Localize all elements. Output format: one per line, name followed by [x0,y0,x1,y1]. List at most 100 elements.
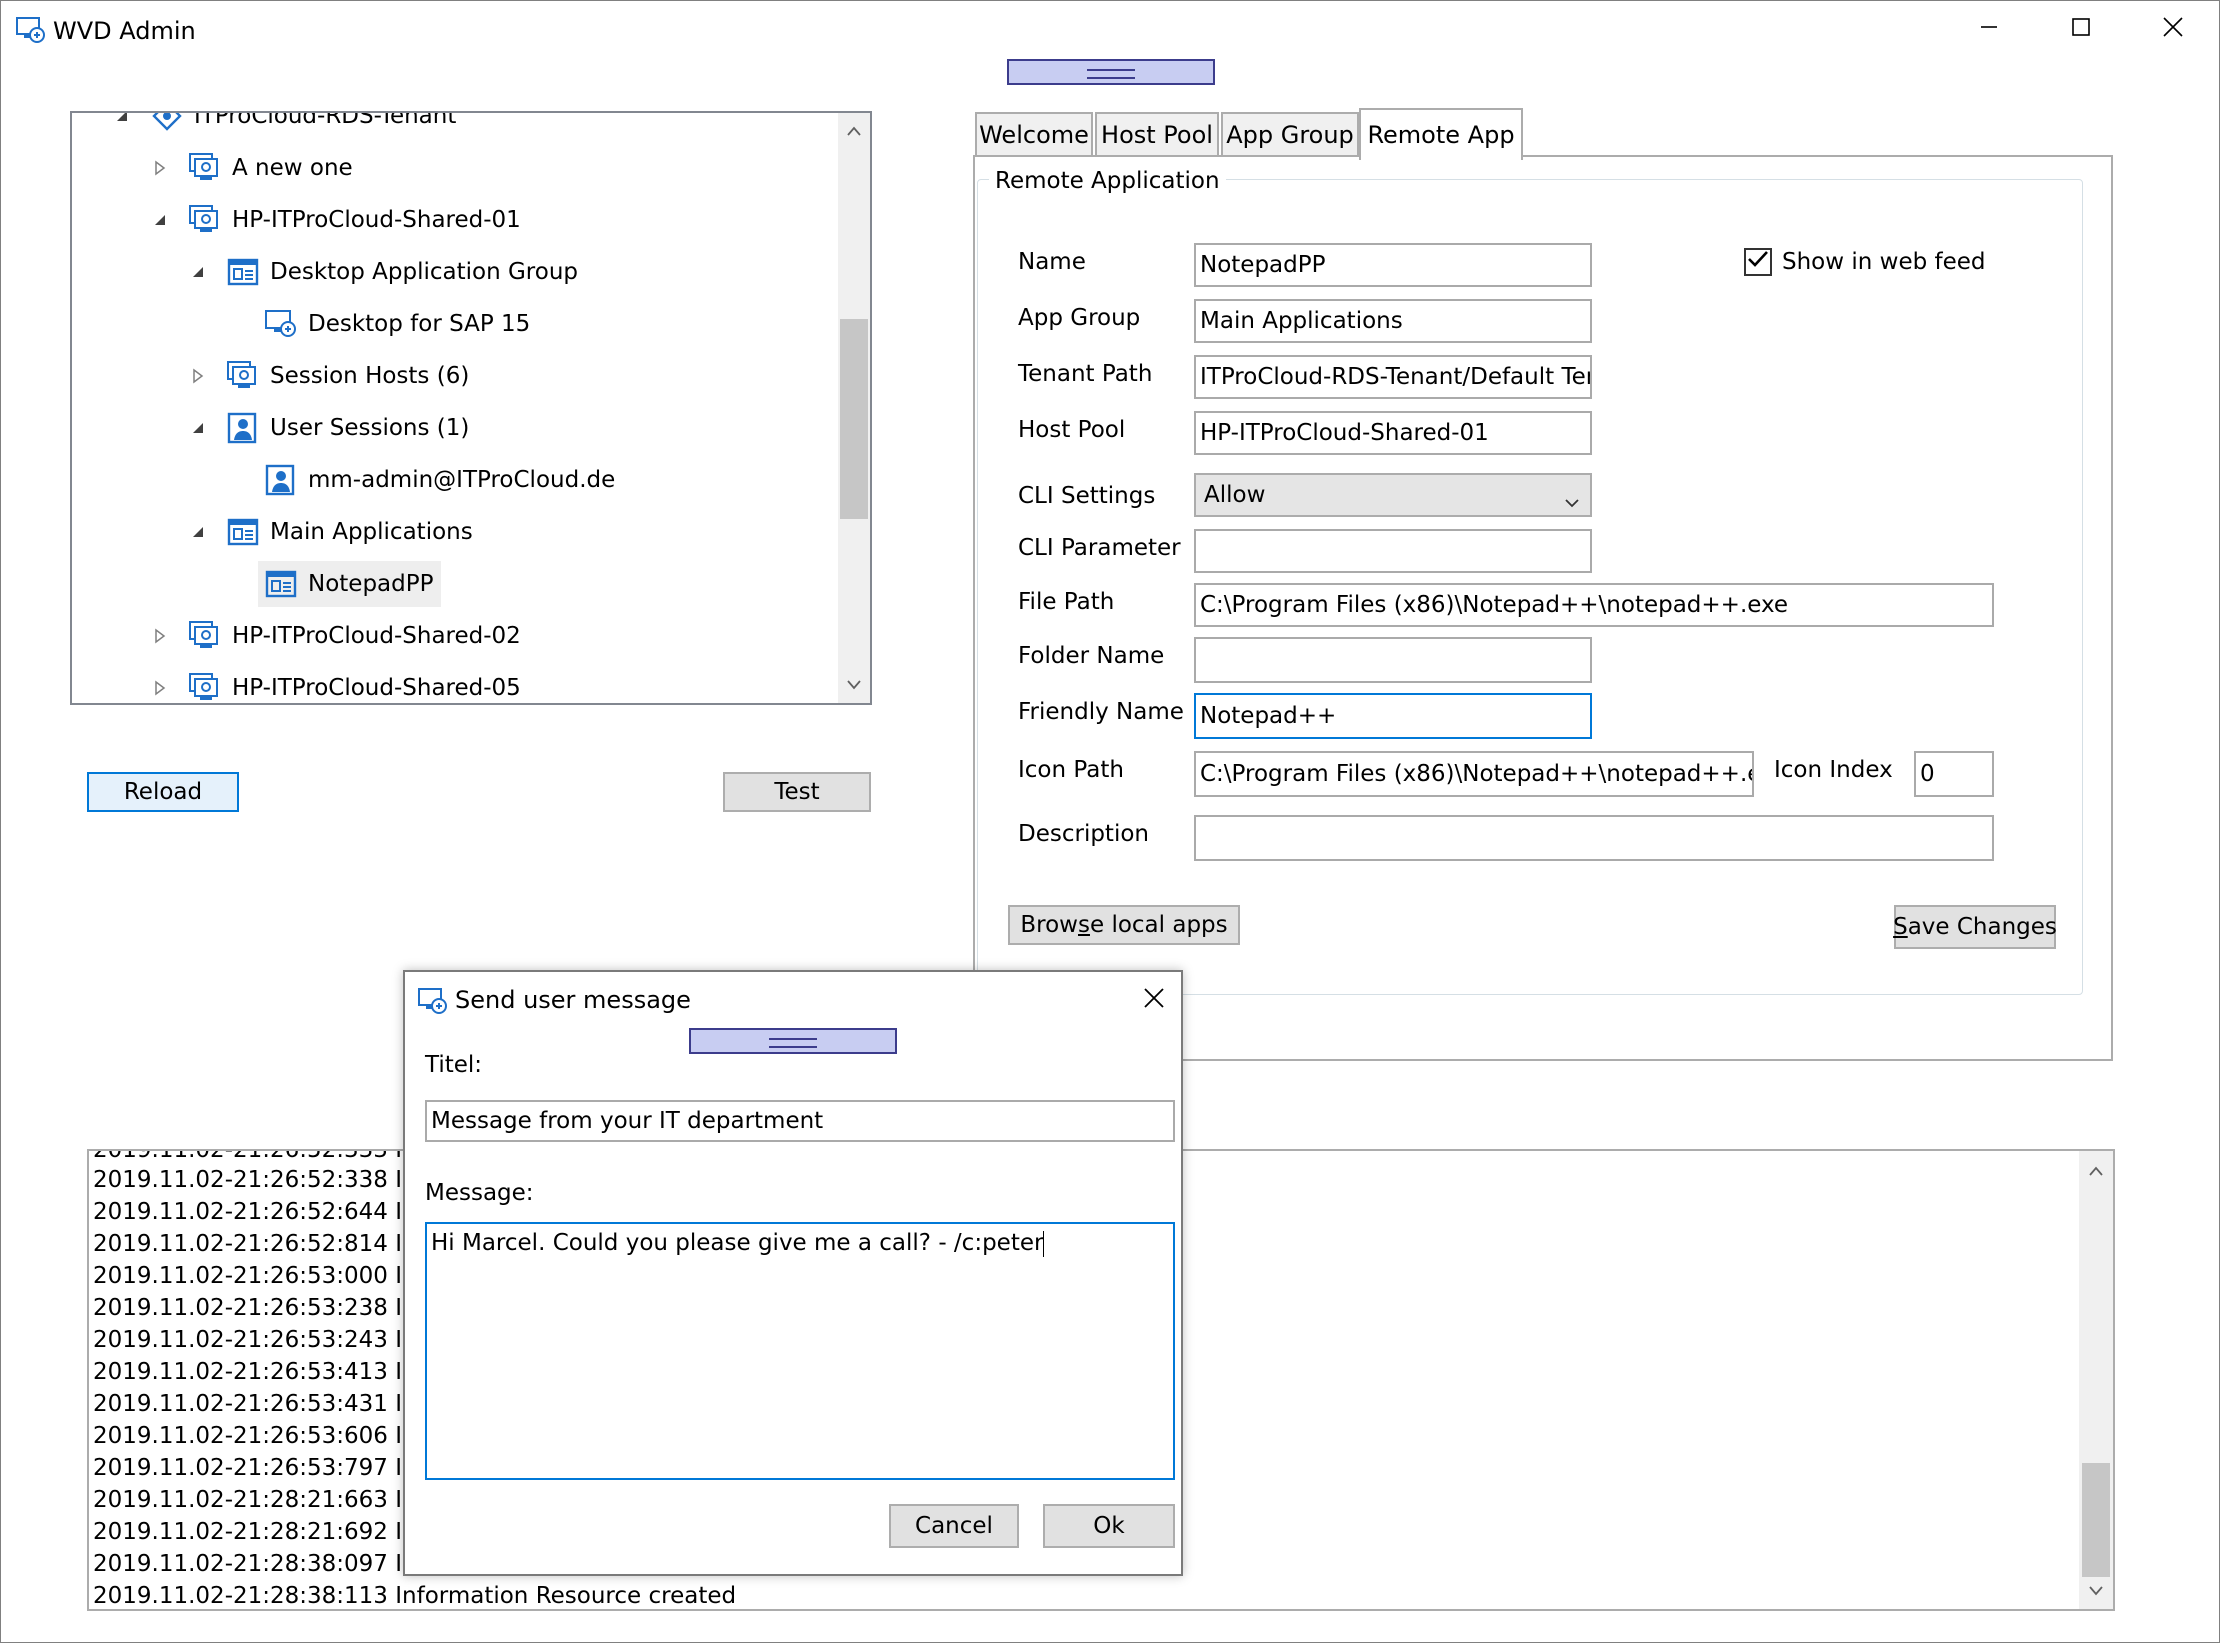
tree-expanded-icon[interactable] [190,523,206,541]
dialog-title-label: Titel: [425,1052,483,1078]
friendly-name-field[interactable]: Notepad++ [1194,693,1592,739]
ok-button[interactable]: Ok [1043,1504,1175,1548]
tree-node[interactable]: mm-admin@ITProCloud.de [258,457,623,503]
tree-node[interactable]: A new one [155,145,361,191]
remote-app-icon [264,567,298,601]
app-group-label: App Group [1018,305,1141,331]
send-user-message-dialog: Send user message Titel: Message from yo… [403,970,1183,1576]
app-group-field[interactable]: Main Applications [1194,299,1592,343]
log-line: 2019.11.02-21:26:53:243 Infor [93,1327,449,1353]
log-line: 2019.11.02-21:26:53:606 Infor [93,1423,449,1449]
tree-expanded-icon[interactable] [190,263,206,281]
resource-tree[interactable]: ITProCloud-RDS-Tenant A new one HP-ITProCl… [70,111,872,705]
save-changes-button[interactable]: Save Changes [1893,905,2057,949]
browse-local-apps-button[interactable]: Brow s e local apps [1008,905,1240,945]
tree-node[interactable]: HP-ITProCloud-Shared-02 [155,613,529,659]
tree-node-label: HP-ITProCloud-Shared-01 [232,207,521,233]
tree-node-label: Desktop for SAP 15 [308,311,531,337]
log-line: 2019.11.02-21:26:53:413 Infor [93,1359,449,1385]
user-icon [264,463,298,497]
save-label-end: ave Changes [1907,914,2057,940]
log-line: 2019.11.02-21:26:52:338 Infor [93,1167,449,1193]
log-line-partial: 2019.11.02-21:26:52:333 Infor [93,1149,449,1163]
tree-node[interactable]: HP-ITProCloud-Shared-01 [155,197,529,243]
tree-node-label: Main Applications [270,519,473,545]
tree-node[interactable]: ITProCloud-RDS-Tenant [117,113,464,139]
group-title: Remote Application [989,165,1226,197]
reload-button[interactable]: Reload [87,772,239,812]
tree-expanded-icon[interactable] [152,211,168,229]
show-in-web-feed-checkbox[interactable] [1744,248,1772,276]
message-body-textarea[interactable]: Hi Marcel. Could you please give me a ca… [425,1222,1175,1480]
minimize-button[interactable] [1943,1,2035,59]
checkmark-icon [1747,249,1769,275]
tab-host-pool[interactable]: Host Pool [1095,112,1219,156]
title-bar[interactable]: WVD Admin [1,1,2219,59]
dialog-splitter-grip[interactable] [689,1028,897,1054]
close-button[interactable] [2127,1,2219,59]
close-icon [1143,987,1165,1015]
host-pool-icon [188,203,222,237]
log-scroll-up-icon[interactable] [2080,1155,2112,1187]
folder-name-label: Folder Name [1018,643,1165,669]
text-caret [1043,1230,1045,1257]
icon-path-label: Icon Path [1018,757,1124,783]
icon-index-field[interactable]: 0 [1914,751,1994,797]
message-title-field[interactable]: Message from your IT department [425,1100,1175,1142]
tab-remote-app[interactable]: Remote App [1359,108,1523,160]
tree-node[interactable]: Desktop for SAP 15 [258,301,538,347]
test-button[interactable]: Test [723,772,871,812]
name-field[interactable]: NotepadPP [1194,243,1592,287]
minimize-icon [1979,17,1999,43]
description-label: Description [1018,821,1149,847]
file-path-label: File Path [1018,589,1115,615]
scroll-up-arrow-icon[interactable] [838,115,870,147]
log-line: 2019.11.02-21:26:52:644 Infor [93,1199,449,1225]
tree-node[interactable]: Session Hosts (6) [193,353,477,399]
maximize-button[interactable] [2035,1,2127,59]
cli-parameter-field[interactable] [1194,529,1592,573]
log-line: 2019.11.02-21:26:53:431 Infor [93,1391,449,1417]
browse-label-start: Brow [1020,912,1078,938]
description-field[interactable] [1194,815,1994,861]
cancel-button[interactable]: Cancel [889,1504,1019,1548]
tree-node[interactable]: HP-ITProCloud-Shared-05 [155,665,529,703]
tree-node[interactable]: Main Applications [193,509,481,555]
file-path-field[interactable]: C:\Program Files (x86)\Notepad++\notepad… [1194,583,1994,627]
tree-scroll-thumb[interactable] [840,319,868,519]
splitter-grip[interactable] [1007,59,1215,85]
dialog-close-button[interactable] [1135,982,1173,1020]
close-icon [2162,16,2184,44]
log-scroll-down-icon[interactable] [2080,1575,2112,1607]
tree-collapsed-icon[interactable] [152,627,168,645]
tree-node[interactable]: Desktop Application Group [193,249,586,295]
tree-expanded-icon[interactable] [114,113,130,125]
browse-mnemonic: s [1078,912,1090,938]
dialog-message-label: Message: [425,1180,534,1206]
save-mnemonic: S [1893,914,1908,940]
scroll-down-arrow-icon[interactable] [838,669,870,701]
cli-settings-dropdown[interactable]: Allow [1194,473,1592,517]
tree-node-label: HP-ITProCloud-Shared-02 [232,623,521,649]
tree-scrollbar[interactable] [838,113,870,703]
icon-path-field[interactable]: C:\Program Files (x86)\Notepad++\notepad… [1194,751,1754,797]
host-pool-field[interactable]: HP-ITProCloud-Shared-01 [1194,411,1592,455]
tree-node[interactable]: NotepadPP [258,561,442,607]
tenant-path-field[interactable]: ITProCloud-RDS-Tenant/Default Tena [1194,355,1592,399]
folder-name-field[interactable] [1194,637,1592,683]
tab-app-group[interactable]: App Group [1221,112,1359,156]
log-scrollbar[interactable] [2079,1151,2113,1609]
cli-settings-label: CLI Settings [1018,483,1156,509]
tree-collapsed-icon[interactable] [152,159,168,177]
tree-node[interactable]: User Sessions (1) [193,405,477,451]
tree-node-label: mm-admin@ITProCloud.de [308,467,616,493]
app-group-icon [226,515,260,549]
session-hosts-icon [226,359,260,393]
tree-collapsed-icon[interactable] [190,367,206,385]
tab-welcome[interactable]: Welcome [975,112,1093,156]
dialog-app-icon [417,986,449,1016]
tree-collapsed-icon[interactable] [152,679,168,697]
tree-expanded-icon[interactable] [190,419,206,437]
show-in-web-feed-label[interactable]: Show in web feed [1782,247,1986,277]
log-scroll-thumb[interactable] [2082,1463,2110,1577]
